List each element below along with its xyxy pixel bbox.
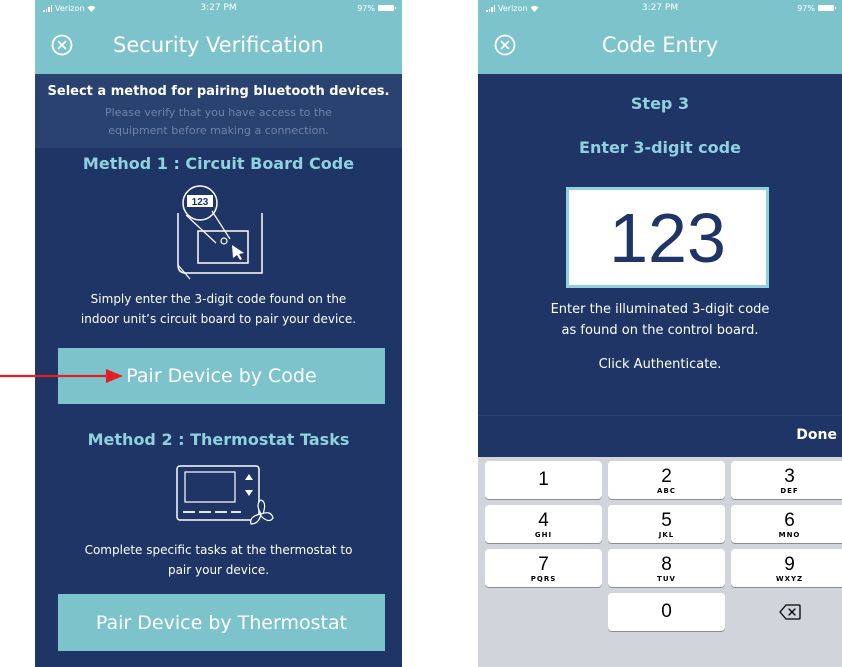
key-2[interactable]: 2 ABC — [608, 461, 725, 499]
backspace-icon — [778, 604, 801, 620]
instruction-line1: Enter the illuminated 3-digit code — [550, 302, 770, 317]
battery-percent: 97% — [357, 3, 375, 13]
key-delete[interactable] — [731, 593, 842, 631]
enter-code-heading: Enter 3-digit code — [579, 138, 741, 157]
key-1[interactable]: 1 — [485, 461, 602, 499]
keyboard-toolbar: Done — [478, 415, 842, 457]
page-title: Code Entry — [601, 33, 719, 57]
done-button[interactable]: Done — [796, 427, 837, 443]
circuit-board-illustration: 123 — [177, 185, 263, 280]
nav-bar: Code Entry — [478, 16, 842, 74]
close-icon[interactable] — [51, 34, 73, 56]
status-bar: Verizon 3:27 PM 97% — [478, 0, 842, 16]
key-9[interactable]: 9 WXYZ — [731, 549, 842, 587]
status-bar: Verizon 3:27 PM 97% — [35, 0, 402, 16]
verify-notice: Select a method for pairing bluetooth de… — [35, 74, 402, 148]
code-entry-screen: Verizon 3:27 PM 97% Code Entry Step 3 En… — [478, 0, 842, 667]
code-display[interactable]: 123 — [566, 187, 769, 288]
method2-desc-line1: Complete specific tasks at the thermosta… — [84, 543, 353, 557]
thermostat-illustration — [176, 465, 274, 525]
instruction-line3: Click Authenticate. — [598, 357, 722, 372]
key-6[interactable]: 6 MNO — [731, 505, 842, 543]
page-title: Security Verification — [113, 33, 324, 57]
instruction-line2: as found on the control board. — [561, 323, 759, 338]
key-8[interactable]: 8 TUV — [608, 549, 725, 587]
verify-note-line2: equipment before making a connection. — [108, 124, 329, 137]
method2-title: Method 2 : Thermostat Tasks — [87, 430, 350, 449]
battery-percent: 97% — [797, 3, 815, 13]
close-icon[interactable] — [494, 34, 516, 56]
nav-bar: Security Verification — [35, 16, 402, 74]
verify-note-line1: Please verify that you have access to th… — [105, 106, 332, 119]
method1-title: Method 1 : Circuit Board Code — [82, 154, 355, 173]
status-time: 3:27 PM — [641, 3, 679, 13]
key-3[interactable]: 3 DEF — [731, 461, 842, 499]
key-4[interactable]: 4 GHI — [485, 505, 602, 543]
pair-device-by-thermostat-button[interactable]: Pair Device by Thermostat — [58, 594, 385, 651]
red-arrow-icon — [0, 369, 123, 383]
illustration-code: 123 — [192, 197, 209, 208]
fan-icon — [250, 499, 274, 525]
numeric-keypad: Done 1 2 ABC 3 DEF 4 GHI 5 JKL 6 MNO 7 PQRS 8T… — [478, 415, 842, 667]
status-time: 3:27 PM — [200, 3, 237, 13]
key-0[interactable]: 0 — [608, 593, 725, 631]
key-5[interactable]: 5 JKL — [608, 505, 725, 543]
security-verification-screen: Verizon 3:27 PM 97% Security Verificatio… — [35, 0, 402, 667]
key-blank — [485, 593, 602, 631]
method1-desc-line1: Simply enter the 3-digit code found on t… — [90, 292, 347, 306]
battery-icon — [818, 5, 836, 11]
method2-desc-line2: pair your device. — [167, 563, 270, 577]
battery-icon — [378, 5, 396, 11]
method1-desc-line2: indoor unit’s circuit board to pair your… — [80, 312, 357, 326]
step-label: Step 3 — [630, 94, 690, 113]
key-7[interactable]: 7 PQRS — [485, 549, 602, 587]
select-method-heading: Select a method for pairing bluetooth de… — [47, 84, 390, 99]
